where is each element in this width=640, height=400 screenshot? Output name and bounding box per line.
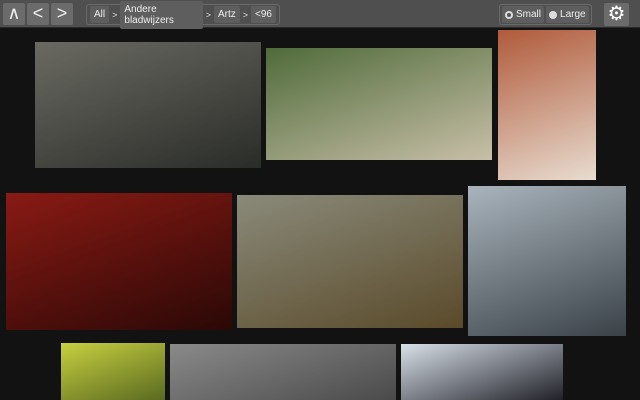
thumbnail-redhead-portrait[interactable]	[498, 30, 596, 180]
top-toolbar: ∧ < > All > Andere bladwijzers > Artz > …	[0, 0, 640, 29]
breadcrumb-separator: >	[242, 9, 249, 20]
settings-gear-icon[interactable]: ⚙	[604, 3, 629, 26]
radio-selected-icon	[505, 10, 513, 19]
thumbnail-pale-figure[interactable]	[468, 186, 626, 336]
forward-button[interactable]: >	[51, 3, 73, 25]
radio-unselected-icon	[549, 10, 558, 19]
thumbnail-yellow-horned-girl[interactable]	[61, 343, 165, 400]
breadcrumb: All > Andere bladwijzers > Artz > <96	[86, 0, 280, 29]
size-small-radio[interactable]: Small	[502, 6, 545, 23]
size-large-radio[interactable]: Large	[546, 6, 589, 23]
thumbnail-foggy-forest[interactable]	[170, 344, 396, 400]
size-selector: Small Large	[499, 4, 592, 25]
size-small-label: Small	[516, 9, 542, 20]
crumb-andere-bladwijzers[interactable]: Andere bladwijzers	[120, 0, 203, 29]
thumbnail-swamp-sunlight[interactable]	[237, 195, 463, 328]
breadcrumb-separator: >	[205, 9, 211, 20]
up-button[interactable]: ∧	[3, 3, 25, 25]
thumbnail-picnic-scene[interactable]	[266, 48, 492, 160]
back-button[interactable]: <	[27, 3, 49, 25]
breadcrumb-separator: >	[112, 9, 118, 20]
crumb-lt96[interactable]: <96	[251, 6, 276, 23]
thumbnail-misty-forest[interactable]	[35, 42, 261, 168]
crumb-artz[interactable]: Artz	[213, 6, 240, 23]
thumbnail-red-anime-girl[interactable]	[6, 193, 232, 330]
thumbnail-anime-group[interactable]	[401, 344, 563, 400]
crumb-all[interactable]: All	[90, 6, 110, 23]
size-large-label: Large	[560, 9, 586, 20]
